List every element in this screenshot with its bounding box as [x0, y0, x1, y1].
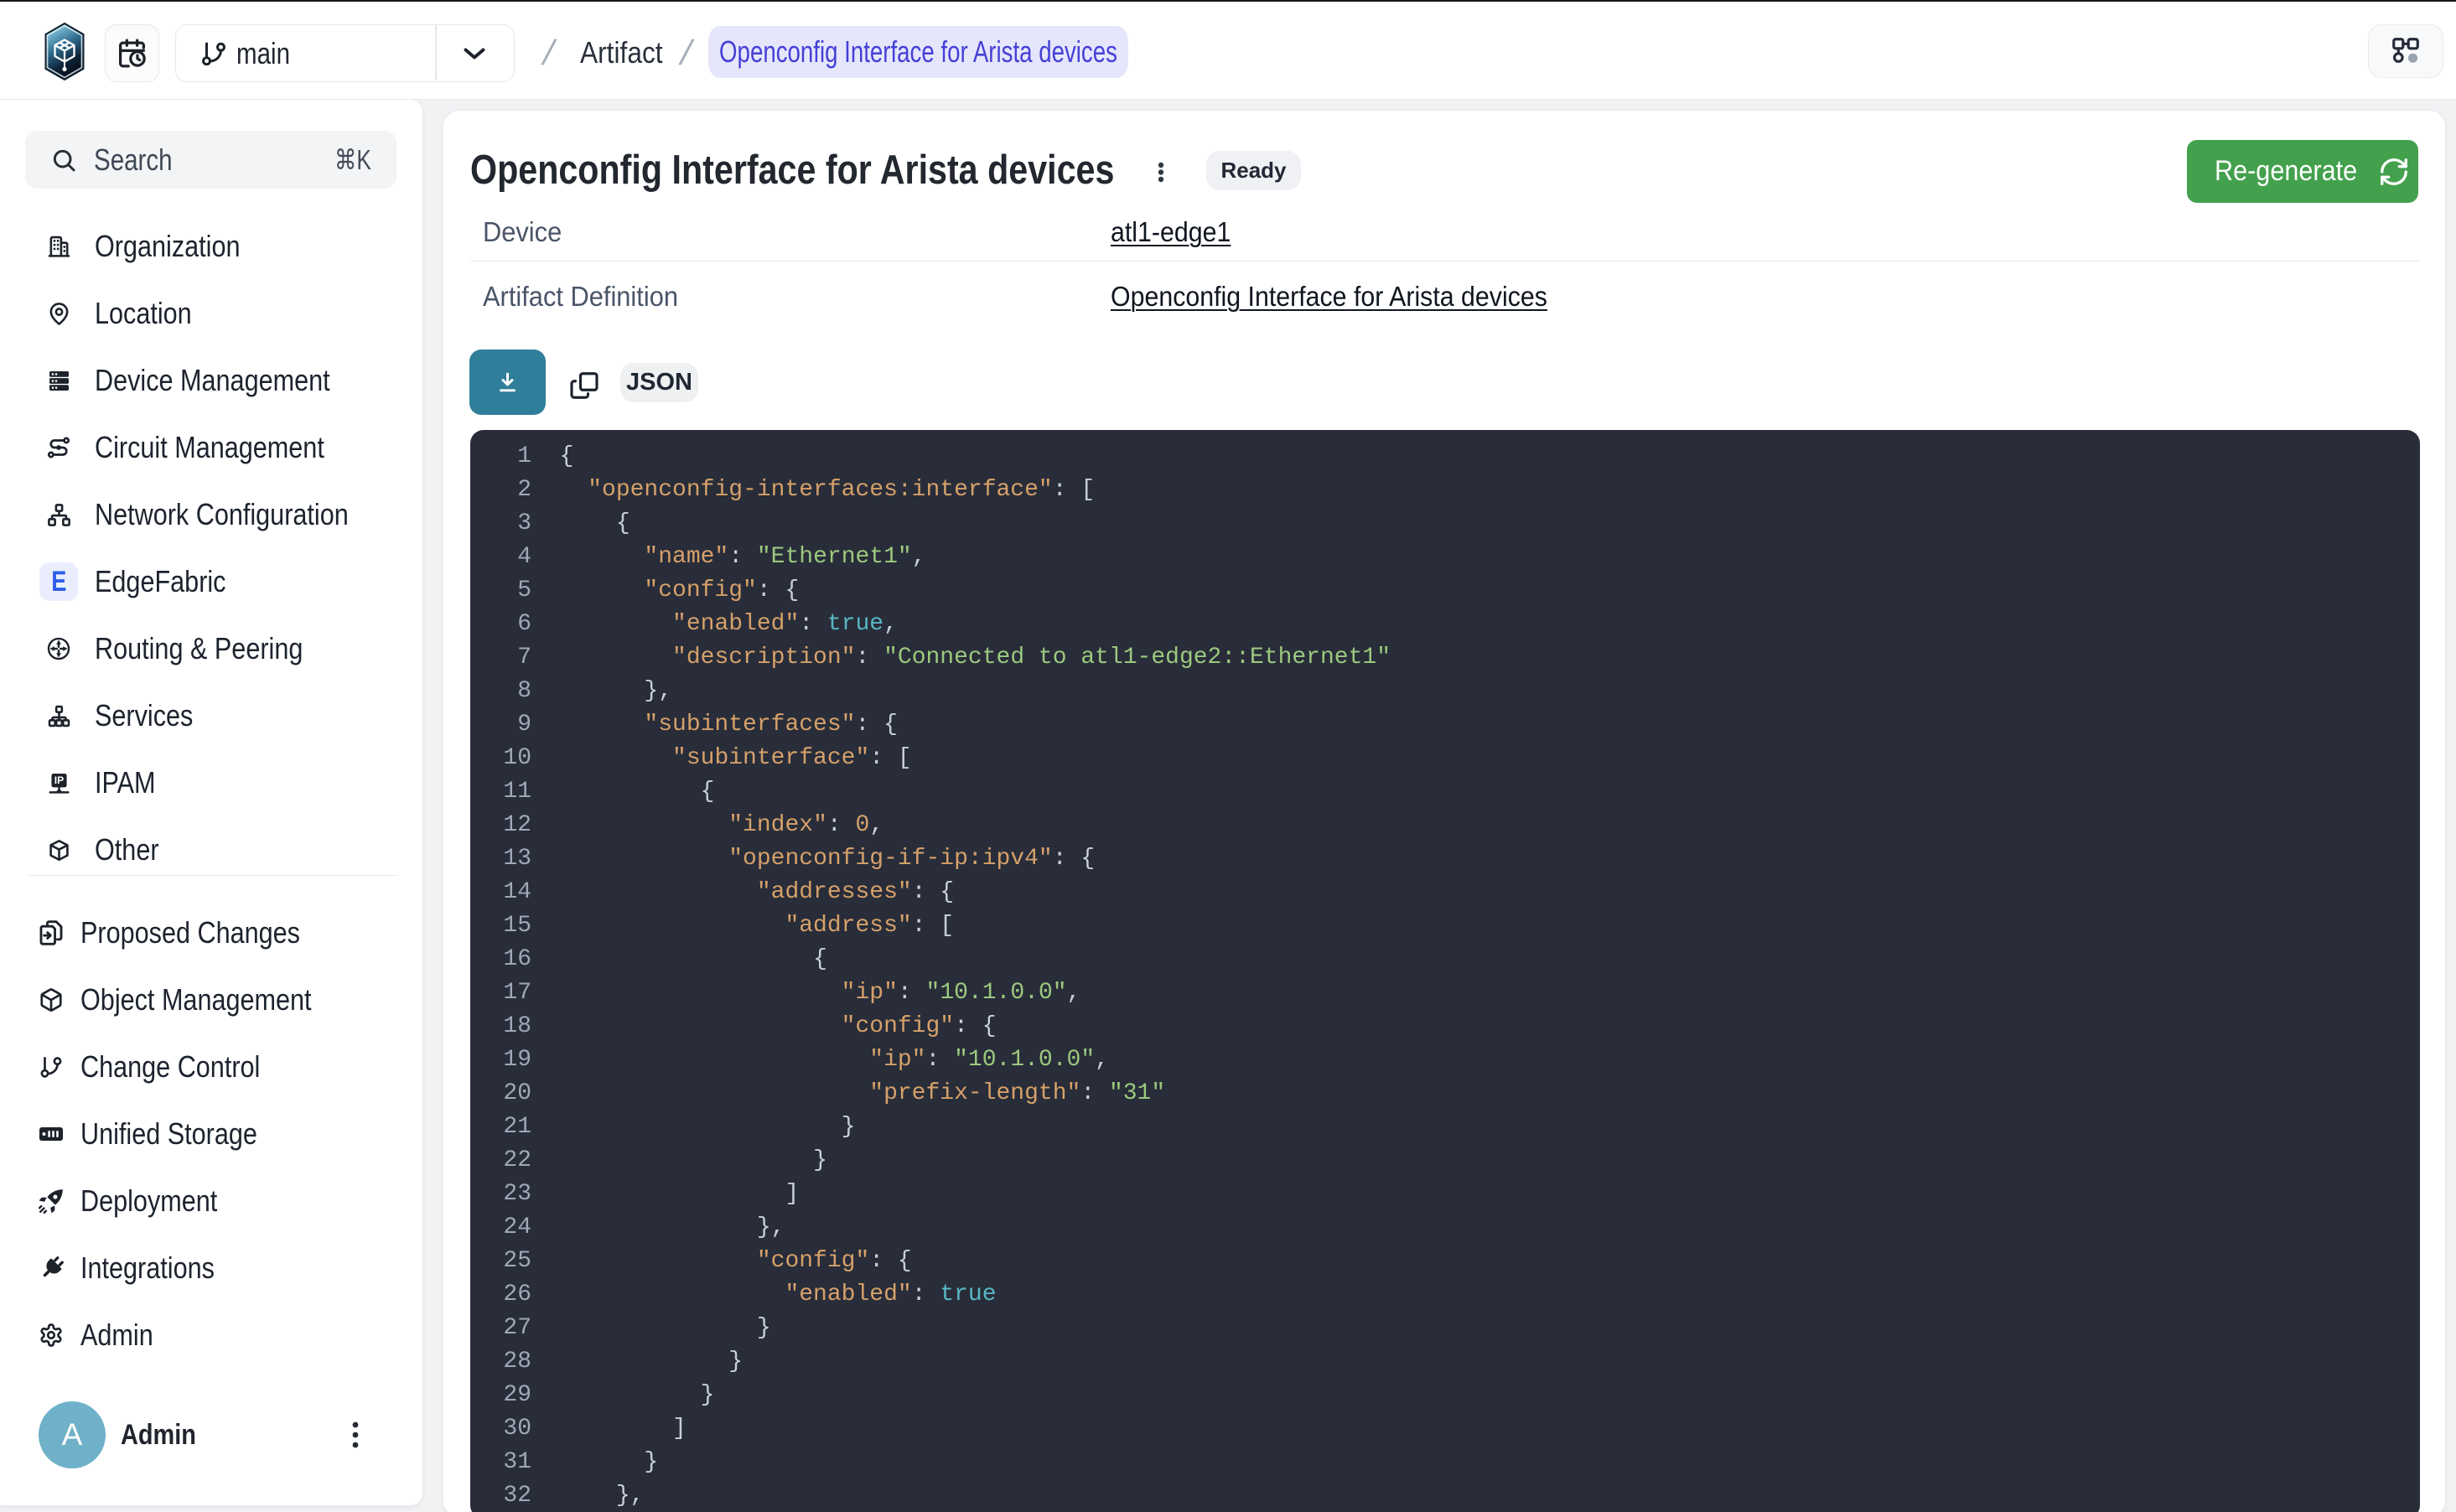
svg-text:IP: IP: [54, 774, 63, 786]
